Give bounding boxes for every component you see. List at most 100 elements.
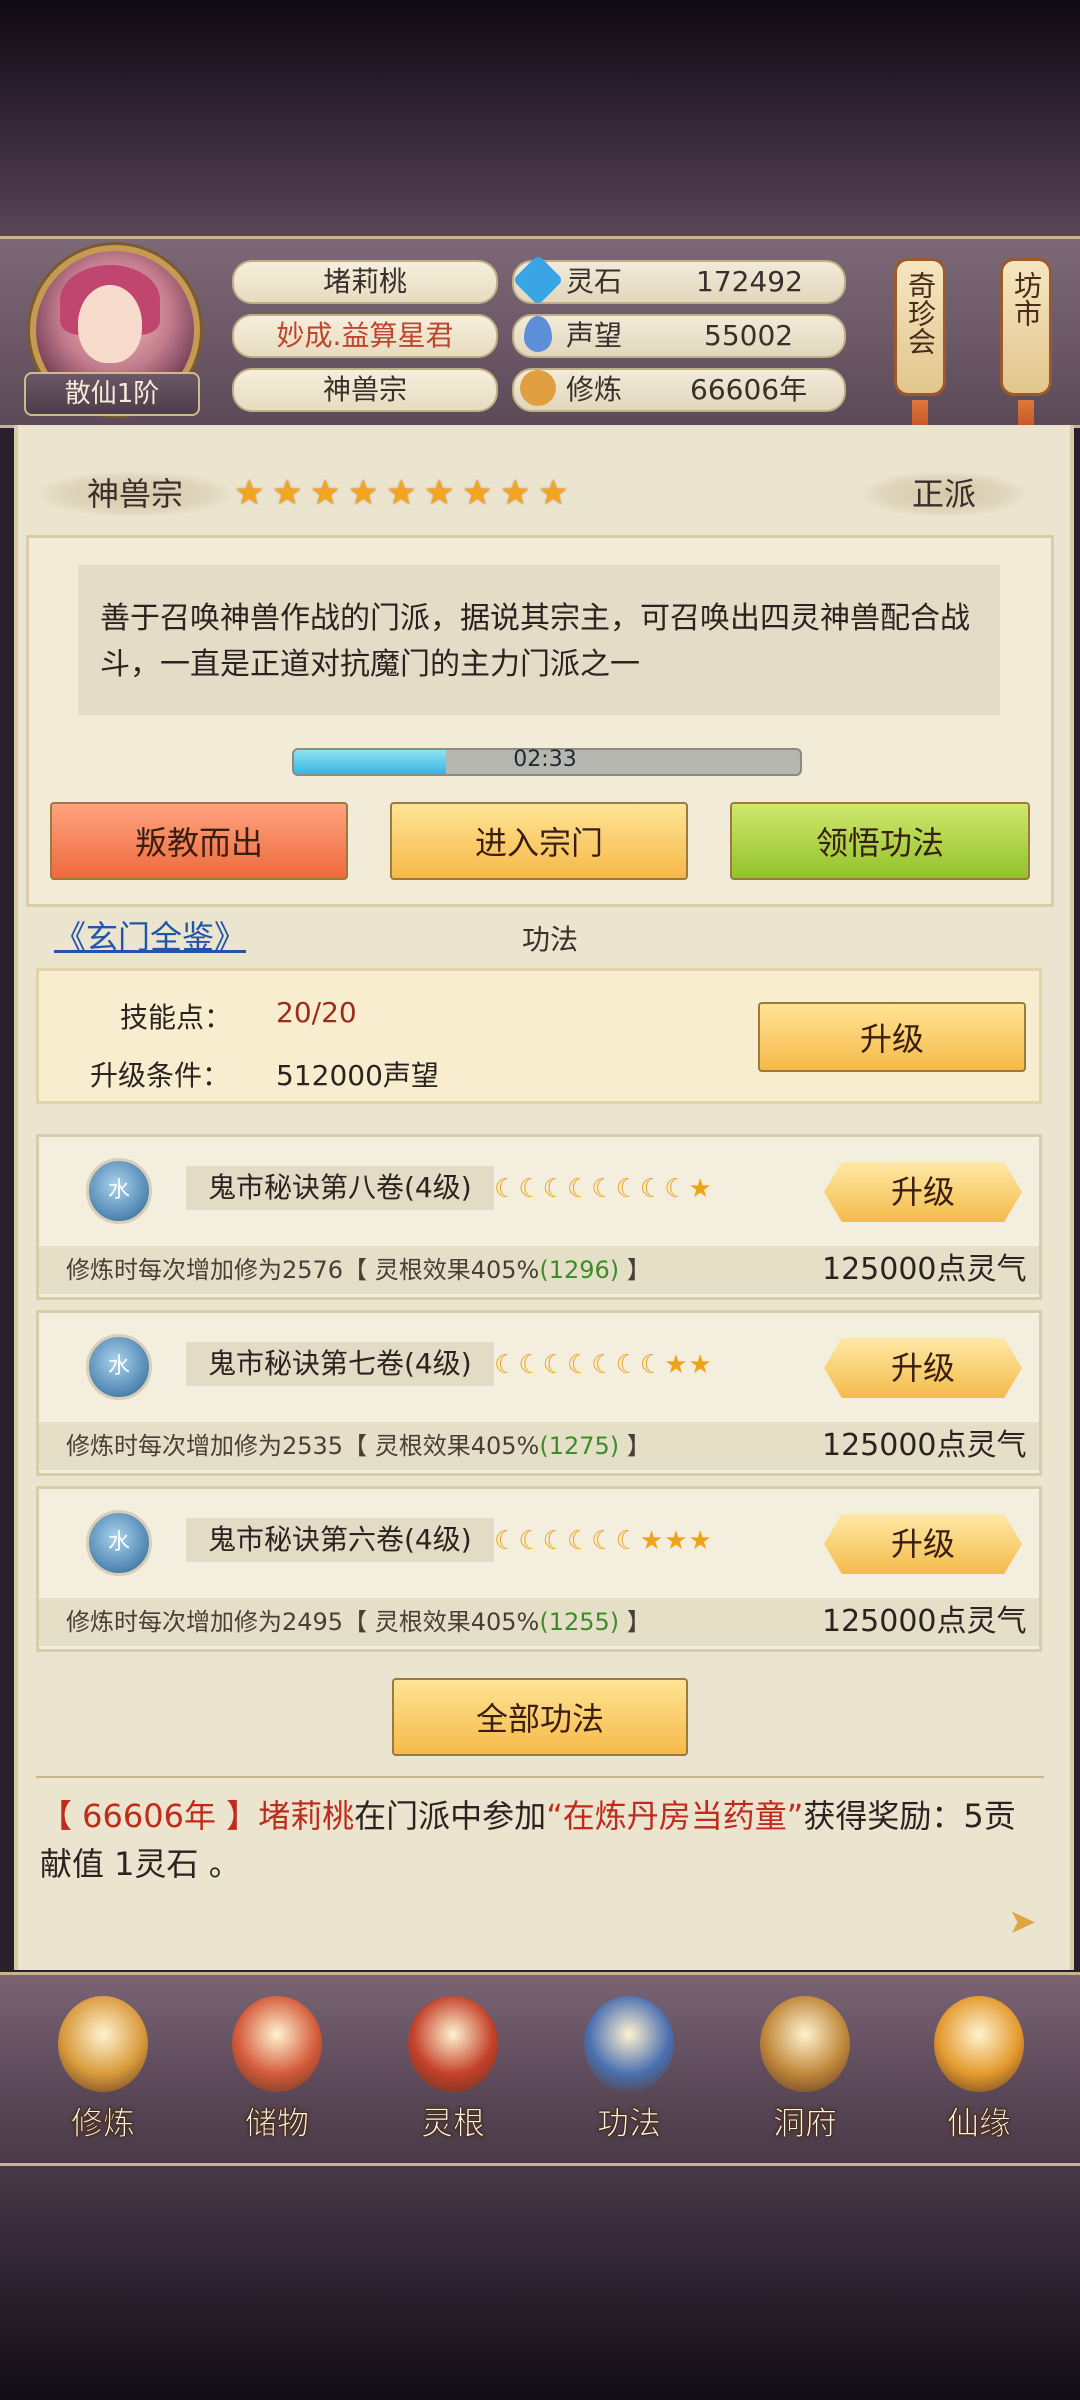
player-title: 妙成.益算星君 xyxy=(232,314,498,358)
nav-label: 功法 xyxy=(596,2104,661,2143)
technique-detail: 修炼时每次增加修为2535【 灵根效果405%(1275) 】 xyxy=(66,1432,651,1460)
all-techniques-button[interactable]: 全部功法 xyxy=(392,1678,688,1756)
moon-icon: ☾ xyxy=(518,1526,543,1556)
sect-description: 善于召唤神兽作战的门派，据说其宗主，可召唤出四灵神兽配合战斗，一直是正道对抗魔门… xyxy=(100,601,970,682)
nav-item-technique-book[interactable]: 功法 xyxy=(564,1996,694,2171)
market-button[interactable]: 坊市 xyxy=(1000,258,1052,396)
star-icon: ★ xyxy=(500,473,531,513)
technique-section-title: 功法 xyxy=(521,923,578,956)
upgrade-technique-button[interactable]: 升级 xyxy=(824,1338,1022,1398)
moon-icon: ☾ xyxy=(639,1174,665,1204)
resource-value: 66606年 xyxy=(690,373,808,406)
moon-icon: ☾ xyxy=(494,1174,519,1204)
cultivate-icon xyxy=(58,1996,148,2092)
star-icon: ★ xyxy=(664,1350,689,1380)
moon-icon: ☾ xyxy=(615,1350,640,1380)
avatar-face xyxy=(78,285,142,363)
nav-item-cave-house[interactable]: 洞府 xyxy=(740,1996,870,2171)
technique-name: 鬼市秘诀第七卷(4级) xyxy=(186,1342,494,1386)
nav-item-cultivate[interactable]: 修炼 xyxy=(38,1996,168,2171)
defect-button[interactable]: 叛教而出 xyxy=(50,802,348,880)
moon-icon: ☾ xyxy=(566,1350,592,1380)
resource-reputation xyxy=(512,314,846,358)
star-icon: ★ xyxy=(639,1526,665,1556)
technique-cost: 125000点灵气 xyxy=(822,1604,1027,1639)
player-sect: 神兽宗 xyxy=(232,368,498,412)
water-element-icon: 水 xyxy=(86,1334,152,1400)
technique-detail: 修炼时每次增加修为2576【 灵根效果405%(1296) 】 xyxy=(66,1256,651,1284)
moon-icon: ☾ xyxy=(494,1526,519,1556)
moon-icon: ☾ xyxy=(591,1350,616,1380)
moon-icon: ☾ xyxy=(615,1526,640,1556)
star-icon: ★ xyxy=(688,1350,713,1380)
storage-bag-icon xyxy=(232,1996,322,2092)
upgrade-technique-button[interactable]: 升级 xyxy=(824,1514,1022,1574)
nav-label: 仙缘 xyxy=(946,2104,1011,2143)
technique-name: 鬼市秘诀第八卷(4级) xyxy=(186,1166,494,1210)
star-icon: ★ xyxy=(538,473,569,513)
nav-item-storage-bag[interactable]: 储物 xyxy=(212,1996,342,2171)
moon-icon: ☾ xyxy=(518,1174,543,1204)
comprehend-technique-button[interactable]: 领悟功法 xyxy=(730,802,1030,880)
star-icon: ★ xyxy=(688,1174,713,1204)
log-player-name: 堵莉桃 xyxy=(258,1797,355,1835)
nav-label: 灵根 xyxy=(420,2104,485,2143)
skill-points-value: 20/20 xyxy=(276,996,357,1029)
timer-text: 02:33 xyxy=(513,747,577,772)
moon-icon: ☾ xyxy=(591,1526,616,1556)
nav-item-spirit-root[interactable]: 灵根 xyxy=(388,1996,518,2171)
gourd-icon xyxy=(934,1996,1024,2092)
moon-icon: ☾ xyxy=(542,1350,567,1380)
technique-cost: 125000点灵气 xyxy=(822,1252,1027,1287)
sect-name-banner: 神兽宗 xyxy=(40,472,230,516)
star-icon: ★ xyxy=(424,473,455,513)
log-year: 【 66606年 】 xyxy=(40,1797,259,1835)
resource-label: 修炼 xyxy=(566,373,623,406)
enter-sect-button[interactable]: 进入宗门 xyxy=(390,802,688,880)
technique-detail: 修炼时每次增加修为2495【 灵根效果405%(1255) 】 xyxy=(66,1608,651,1636)
resource-value: 172492 xyxy=(696,265,803,298)
skill-points-label: 技能点： xyxy=(120,1001,233,1034)
star-icon: ★ xyxy=(462,473,493,513)
meditation-icon xyxy=(520,370,556,406)
resource-label: 灵石 xyxy=(566,265,623,298)
star-icon: ★ xyxy=(310,473,341,513)
star-icon: ★ xyxy=(272,473,303,513)
moon-icon: ☾ xyxy=(639,1350,665,1380)
nav-label: 洞府 xyxy=(772,2104,837,2143)
rank-label: 散仙1阶 xyxy=(24,372,200,416)
resource-value: 55002 xyxy=(704,319,794,352)
star-icon: ★ xyxy=(688,1526,713,1556)
technique-cost: 125000点灵气 xyxy=(822,1428,1027,1463)
treasure-auction-label: 奇珍会 xyxy=(904,271,937,355)
moon-icon: ☾ xyxy=(518,1350,543,1380)
divider xyxy=(36,1776,1044,1778)
scroll-arrow-icon[interactable]: ➤ xyxy=(1008,1902,1048,1942)
moon-icon: ☾ xyxy=(664,1174,689,1204)
moon-icon: ☾ xyxy=(566,1526,592,1556)
water-element-icon: 水 xyxy=(86,1158,152,1224)
top-background xyxy=(0,0,1080,240)
upgrade-technique-button[interactable]: 升级 xyxy=(824,1162,1022,1222)
nav-item-gourd[interactable]: 仙缘 xyxy=(914,1996,1044,2171)
cave-house-icon xyxy=(760,1996,850,2092)
upgrade-skill-button[interactable]: 升级 xyxy=(758,1002,1026,1072)
water-element-icon: 水 xyxy=(86,1510,152,1576)
treasure-auction-button[interactable]: 奇珍会 xyxy=(894,258,946,396)
spirit-root-icon xyxy=(408,1996,498,2092)
star-icon: ★ xyxy=(386,473,417,513)
technique-level-indicator: ☾☾☾☾☾☾☾☾★ xyxy=(494,1174,713,1204)
star-icon: ★ xyxy=(234,473,265,513)
nav-label: 修炼 xyxy=(70,2104,135,2143)
xuanmen-encyclopedia-link[interactable]: 《玄门全鉴》 xyxy=(54,912,246,958)
technique-level-indicator: ☾☾☾☾☾☾☾★★ xyxy=(494,1350,713,1380)
upgrade-condition-value: 512000声望 xyxy=(276,1059,439,1092)
moon-icon: ☾ xyxy=(566,1174,592,1204)
resource-label: 声望 xyxy=(566,319,623,352)
moon-icon: ☾ xyxy=(591,1174,616,1204)
reputation-icon xyxy=(524,316,552,352)
event-log: 【 66606年 】堵莉桃在门派中参加“在炼丹房当药童”获得奖励：5贡献值 1灵… xyxy=(40,1792,1040,1888)
technique-level-indicator: ☾☾☾☾☾☾★★★ xyxy=(494,1526,713,1556)
technique-name: 鬼市秘诀第六卷(4级) xyxy=(186,1518,494,1562)
moon-icon: ☾ xyxy=(542,1526,567,1556)
